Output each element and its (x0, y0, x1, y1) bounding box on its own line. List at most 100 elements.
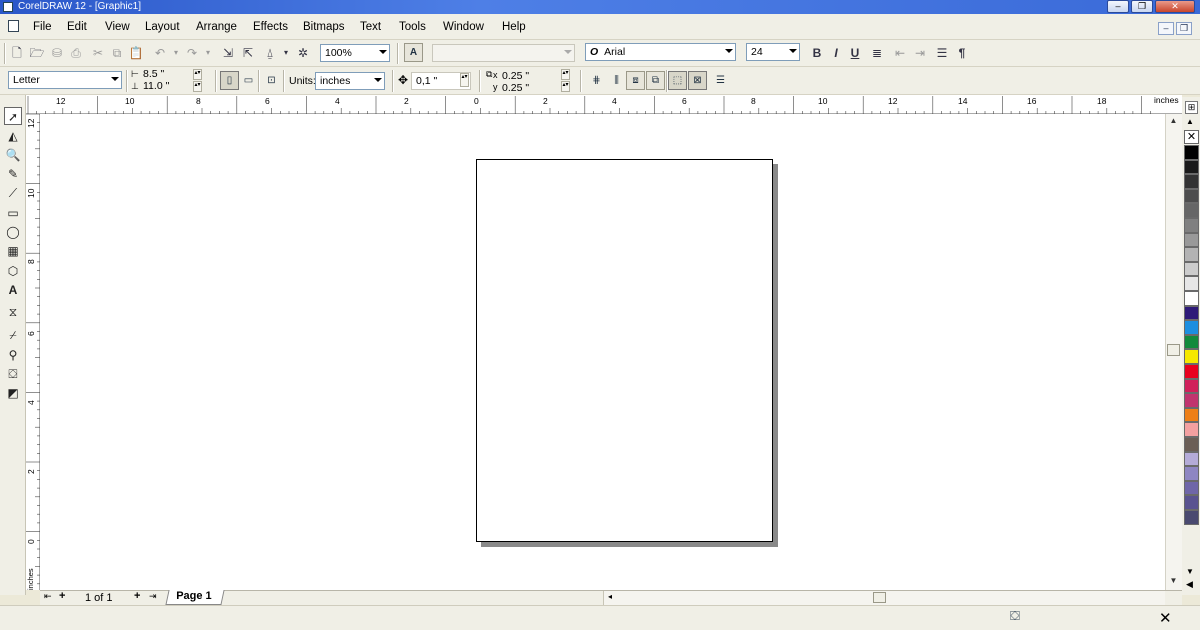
page-tab[interactable]: Page 1 (165, 590, 225, 605)
increase-indent-icon[interactable]: ⇥ (912, 45, 928, 61)
doc-restore-button[interactable]: ❐ (1176, 22, 1192, 35)
eyedropper-tool-icon[interactable]: ⌿ (4, 326, 22, 344)
color-swatch[interactable] (1184, 334, 1199, 350)
color-swatch[interactable] (1184, 480, 1199, 496)
graph-paper-tool-icon[interactable]: ▦ (4, 242, 22, 260)
new-document-icon[interactable]: 🗋 (9, 45, 25, 61)
paper-height-spinner[interactable]: ▴▾ (193, 81, 202, 92)
undo-icon[interactable]: ↶ (152, 45, 168, 61)
palette-expand-icon[interactable]: ◀ (1186, 579, 1193, 590)
bullet-list-icon[interactable]: ☰ (934, 45, 950, 61)
text-tool-icon[interactable]: A (4, 281, 22, 299)
duplicate-y-value[interactable]: 0.25 " (502, 82, 529, 94)
close-button[interactable]: ✕ (1155, 0, 1195, 13)
redo-dropdown-icon[interactable]: ▾ (200, 45, 216, 61)
color-swatch[interactable] (1184, 291, 1199, 306)
first-page-button[interactable]: ⇤ (44, 591, 52, 602)
color-swatch[interactable] (1184, 188, 1199, 204)
menu-effects[interactable]: Effects (253, 21, 288, 33)
pick-tool-icon[interactable]: ➚ (4, 107, 22, 125)
basic-shapes-tool-icon[interactable]: ⬡ (4, 262, 22, 280)
color-swatch[interactable] (1184, 510, 1199, 525)
color-swatch[interactable] (1184, 349, 1199, 364)
color-swatch[interactable] (1184, 320, 1199, 335)
color-swatch[interactable] (1184, 218, 1199, 233)
zoom-tool-icon[interactable]: 🔍 (4, 146, 22, 164)
horizontal-ruler[interactable]: 12 10 8 6 4 2 0 2 4 6 8 10 12 14 16 18 i… (26, 95, 1182, 114)
palette-scroll-down-icon[interactable]: ▼ (1186, 567, 1194, 576)
no-color-swatch[interactable]: ✕ (1184, 130, 1199, 144)
duplicate-x-value[interactable]: 0.25 " (502, 70, 529, 82)
horizontal-scroll-thumb[interactable] (873, 592, 886, 603)
color-swatch[interactable] (1184, 159, 1199, 175)
copy-icon[interactable]: ⧉ (109, 45, 125, 61)
color-swatch[interactable] (1184, 422, 1199, 437)
color-swatch[interactable] (1184, 174, 1199, 189)
freehand-tool-icon[interactable]: ✎ (4, 165, 22, 183)
doc-minimize-button[interactable]: – (1158, 22, 1174, 35)
color-swatch[interactable] (1184, 378, 1199, 394)
menu-edit[interactable]: Edit (67, 21, 87, 33)
zoom-level-select[interactable]: 100% (320, 44, 390, 62)
scroll-up-icon[interactable]: ▲ (1166, 116, 1181, 125)
color-swatch[interactable] (1184, 145, 1199, 160)
ellipse-tool-icon[interactable]: ◯ (4, 223, 22, 241)
color-swatch[interactable] (1184, 203, 1199, 218)
font-size-select[interactable]: 24 (746, 43, 800, 61)
last-page-button[interactable]: ⇥ (149, 591, 157, 602)
outline-tool-icon[interactable]: ⚲ (4, 346, 22, 364)
portrait-button[interactable]: ▯ (220, 71, 239, 90)
color-swatch[interactable] (1184, 261, 1199, 277)
color-swatch[interactable] (1184, 364, 1199, 379)
drawing-canvas[interactable] (40, 114, 1165, 590)
landscape-button[interactable]: ▭ (239, 71, 258, 90)
color-swatch[interactable] (1184, 495, 1199, 510)
underline-button[interactable]: U (847, 45, 863, 61)
menu-arrange[interactable]: Arrange (196, 21, 237, 33)
align-icon[interactable]: ≣ (869, 45, 885, 61)
launcher-dropdown-icon[interactable]: ▾ (278, 45, 294, 61)
color-swatch[interactable] (1184, 305, 1199, 321)
palette-flyout-icon[interactable]: ⊞ (1185, 101, 1198, 114)
save-icon[interactable]: ⛁ (49, 45, 65, 61)
duplicate-y-spinner[interactable]: ▴▾ (561, 81, 570, 92)
interactive-blend-tool-icon[interactable]: ⧖ (4, 303, 22, 321)
horizontal-scrollbar[interactable]: ◂ (603, 591, 1165, 605)
cut-icon[interactable]: ✂ (90, 45, 106, 61)
interactive-fill-tool-icon[interactable]: ◩ (4, 384, 22, 402)
add-page-before-button[interactable]: + (59, 590, 65, 602)
snap-to-guidelines-button[interactable]: ⫼ (607, 71, 626, 90)
treat-as-filled-button[interactable]: ⬚ (668, 71, 687, 90)
options-list-icon[interactable]: ☰ (711, 71, 730, 90)
rectangle-tool-icon[interactable]: ▭ (4, 204, 22, 222)
export-icon[interactable]: ⇱ (240, 45, 256, 61)
decrease-indent-icon[interactable]: ⇤ (892, 45, 908, 61)
style-select[interactable] (432, 44, 575, 62)
menu-bitmaps[interactable]: Bitmaps (303, 21, 345, 33)
snap-to-objects-button[interactable]: ⧈ (626, 71, 645, 90)
color-swatch[interactable] (1184, 466, 1199, 481)
smart-fill-tool-icon[interactable]: ⟋ (4, 184, 22, 202)
nudge-spinner[interactable]: ▴▾ (460, 73, 469, 87)
menu-layout[interactable]: Layout (145, 21, 180, 33)
scroll-down-icon[interactable]: ▼ (1166, 576, 1181, 585)
vertical-scrollbar[interactable]: ▲ ▼ (1165, 114, 1182, 590)
units-select[interactable]: inches (315, 72, 385, 90)
italic-button[interactable]: I (828, 45, 844, 61)
font-name-select[interactable]: O Arial (585, 43, 736, 61)
dynamic-guides-button[interactable]: ⧉ (646, 71, 665, 90)
menu-view[interactable]: View (105, 21, 130, 33)
color-swatch[interactable] (1184, 437, 1199, 452)
scroll-left-icon[interactable]: ◂ (608, 592, 612, 601)
menu-tools[interactable]: Tools (399, 21, 426, 33)
color-swatch[interactable] (1184, 247, 1199, 262)
menu-text[interactable]: Text (360, 21, 381, 33)
bold-button[interactable]: B (809, 45, 825, 61)
minimize-button[interactable]: – (1107, 0, 1129, 13)
page-options-icon[interactable]: ⊡ (262, 71, 281, 90)
vertical-ruler[interactable]: 12 10 8 6 4 2 0 inches (26, 114, 40, 590)
palette-scroll-up-icon[interactable]: ▲ (1186, 117, 1194, 126)
snap-to-grid-button[interactable]: ⋕ (587, 71, 606, 90)
redo-icon[interactable]: ↷ (184, 45, 200, 61)
menu-file[interactable]: File (33, 21, 52, 33)
